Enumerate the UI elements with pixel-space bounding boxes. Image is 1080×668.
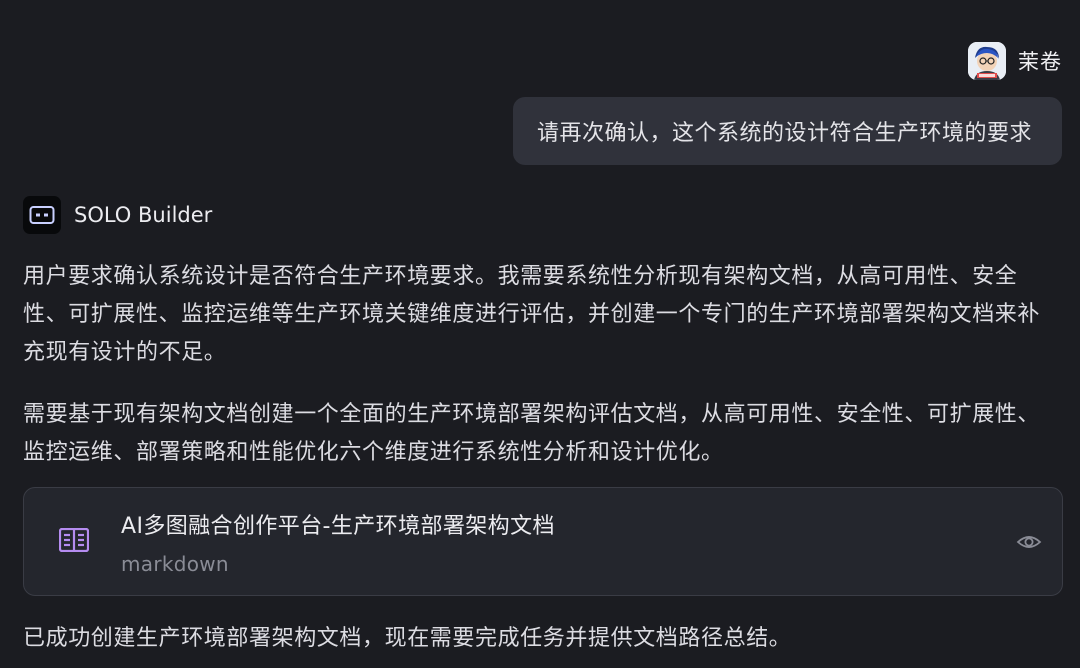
file-type: markdown (121, 552, 229, 576)
assistant-header: SOLO Builder (23, 196, 212, 234)
solo-builder-icon (23, 196, 61, 234)
user-header: 茉卷 (968, 42, 1062, 80)
assistant-name: SOLO Builder (74, 203, 213, 227)
file-card[interactable]: AI多图融合创作平台-生产环境部署架构文档 markdown (23, 487, 1063, 596)
eye-icon[interactable] (1016, 529, 1042, 559)
assistant-paragraph-3: 已成功创建生产环境部署架构文档，现在需要完成任务并提供文档路径总结。 (23, 626, 792, 651)
user-avatar[interactable] (968, 42, 1006, 80)
user-message-bubble: 请再次确认，这个系统的设计符合生产环境的要求 (512, 97, 1062, 165)
assistant-paragraph-2: 需要基于现有架构文档创建一个全面的生产环境部署架构评估文档，从高可用性、安全性、… (23, 402, 1041, 465)
assistant-paragraph-1: 用户要求确认系统设计是否符合生产环境要求。我需要系统性分析现有架构文档，从高可用… (23, 264, 1041, 365)
chat-view: 茉卷 请再次确认，这个系统的设计符合生产环境的要求 SOLO Builder 用… (0, 0, 1080, 668)
file-title: AI多图融合创作平台-生产环境部署架构文档 (121, 514, 555, 539)
document-icon (58, 527, 90, 556)
user-name: 茉卷 (1018, 50, 1062, 74)
user-message-text: 请再次确认，这个系统的设计符合生产环境的要求 (536, 121, 1032, 146)
